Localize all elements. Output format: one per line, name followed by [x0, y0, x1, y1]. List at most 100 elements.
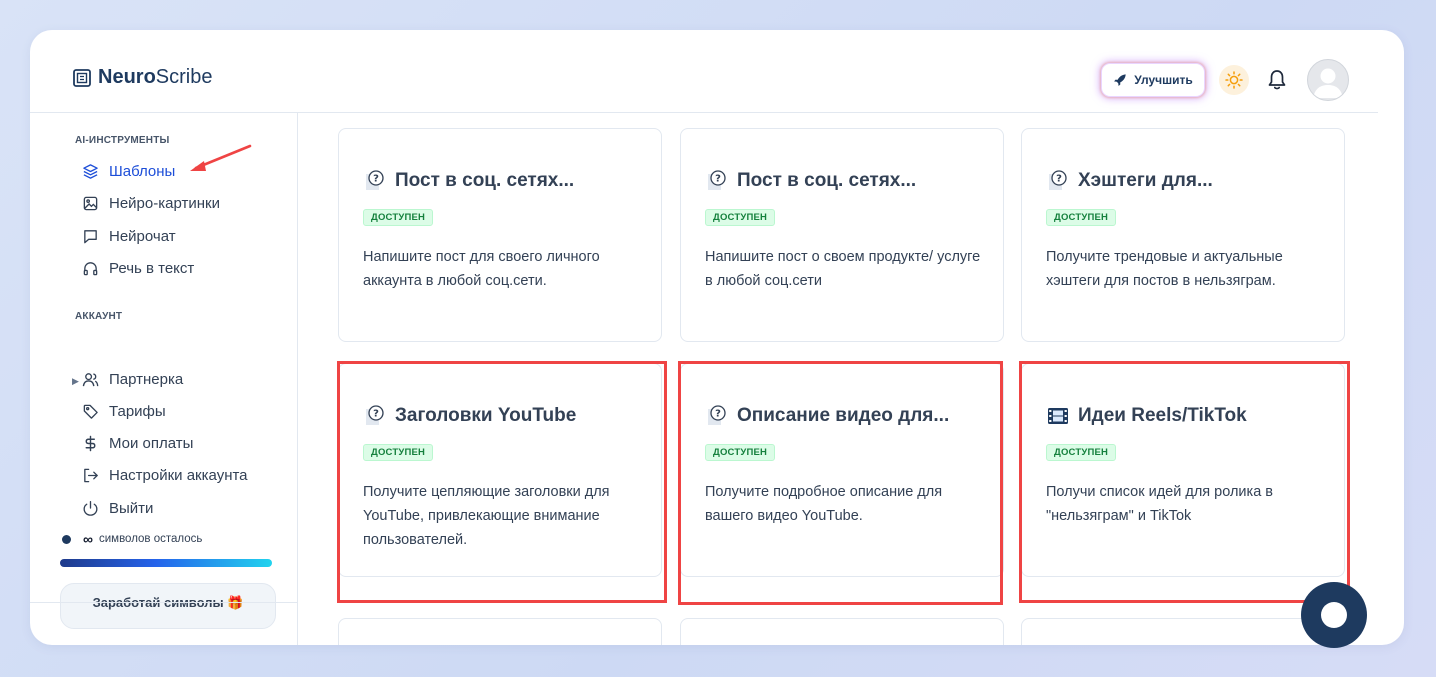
- chat-icon: [84, 230, 97, 244]
- sidebar-item-speech-to-text[interactable]: Речь в текст: [82, 260, 194, 277]
- status-badge: ДОСТУПЕН: [1046, 444, 1117, 461]
- users-icon: [82, 373, 99, 387]
- image-icon: [83, 196, 98, 211]
- layers-icon: [83, 164, 98, 179]
- tag-icon: [83, 404, 98, 419]
- card-title-text: Идеи Reels/TikTok: [1078, 405, 1247, 426]
- sidebar-item-tariffs[interactable]: Тарифы: [82, 403, 166, 420]
- question-doc-icon: ?: [708, 405, 726, 425]
- templates-grid: ? Пост в соц. сетях... ДОСТУПЕН Напишите…: [298, 113, 1378, 645]
- symbols-remaining: ∞ символов осталось: [62, 531, 202, 547]
- template-card-video-description[interactable]: ? Описание видео для... ДОСТУПЕН Получит…: [680, 363, 1004, 577]
- sidebar-item-label: Нейро-картинки: [109, 195, 220, 212]
- svg-text:?: ?: [715, 174, 721, 185]
- card-title: Идеи Reels/TikTok: [1046, 404, 1247, 428]
- template-card-youtube-titles[interactable]: ? Заголовки YouTube ДОСТУПЕН Получите це…: [338, 363, 662, 577]
- card-title: ? Хэштеги для...: [1046, 169, 1213, 193]
- sidebar-item-logout[interactable]: Выйти: [82, 500, 153, 517]
- sidebar-item-label: Партнерка: [109, 371, 184, 388]
- dollar-icon: [85, 435, 96, 452]
- sidebar-item-neuro-images[interactable]: Нейро-картинки: [82, 195, 220, 212]
- sidebar-item-label: Шаблоны: [109, 163, 176, 180]
- svg-text:?: ?: [1056, 174, 1062, 185]
- rocket-icon: [1114, 74, 1126, 86]
- svg-text:?: ?: [715, 409, 721, 420]
- question-doc-icon: ?: [708, 170, 726, 190]
- sidebar-item-label: Настройки аккаунта: [109, 467, 248, 484]
- card-title-text: Хэштеги для...: [1078, 170, 1213, 191]
- bell-icon[interactable]: [1266, 68, 1288, 92]
- headphones-icon: [83, 262, 98, 276]
- template-card-personal-post[interactable]: ? Пост в соц. сетях... ДОСТУПЕН Напишите…: [338, 128, 662, 342]
- card-description: Получите цепляющие заголовки для YouTube…: [363, 484, 610, 548]
- template-card-partial[interactable]: [338, 618, 662, 645]
- sidebar: AI-ИНСТРУМЕНТЫ Шаблоны Нейро-картинки Не…: [30, 112, 298, 645]
- card-title: ? Заголовки YouTube: [363, 404, 576, 428]
- section-ai-tools: AI-ИНСТРУМЕНТЫ: [75, 135, 170, 146]
- user-avatar-icon: [1313, 68, 1343, 98]
- sidebar-item-my-payments[interactable]: Мои оплаты: [82, 435, 193, 452]
- card-description: Получи список идей для ролика в "нельзяг…: [1046, 484, 1273, 524]
- card-title: ? Пост в соц. сетях...: [363, 169, 574, 193]
- card-title-text: Описание видео для...: [737, 405, 950, 426]
- card-title-text: Пост в соц. сетях...: [395, 170, 575, 191]
- question-doc-icon: ?: [366, 170, 384, 190]
- status-badge: ДОСТУПЕН: [1046, 209, 1117, 226]
- sidebar-item-templates[interactable]: Шаблоны: [82, 163, 175, 180]
- sidebar-item-account-settings[interactable]: Настройки аккаунта: [82, 467, 248, 484]
- card-description: Напишите пост для своего личного аккаунт…: [363, 249, 600, 289]
- power-icon: [83, 501, 98, 516]
- app-window: NeuroScribe Улучшить AI-ИНСТРУМЕНТЫ Шабл…: [30, 30, 1404, 645]
- upgrade-button[interactable]: Улучшить: [1101, 63, 1205, 97]
- template-card-hashtags[interactable]: ? Хэштеги для... ДОСТУПЕН Получите тренд…: [1021, 128, 1345, 342]
- sidebar-item-label: Мои оплаты: [109, 435, 194, 452]
- top-bar: NeuroScribe Улучшить: [30, 30, 1378, 113]
- symbols-value: ∞: [83, 531, 93, 547]
- film-icon: [1048, 408, 1068, 424]
- logo-bold-text: Neuro: [98, 66, 156, 88]
- sidebar-item-label: Нейрочат: [109, 228, 176, 245]
- sidebar-item-label: Речь в текст: [109, 260, 195, 277]
- template-card-partial[interactable]: [1021, 618, 1345, 645]
- symbols-progress-fill: [60, 559, 272, 567]
- symbols-label: символов осталось: [98, 533, 203, 545]
- sun-icon: [1225, 71, 1243, 89]
- card-description: Напишите пост о своем продукте/ услуге в…: [705, 249, 981, 289]
- logout-arrow-icon: [84, 468, 98, 483]
- status-badge: ДОСТУПЕН: [363, 209, 434, 226]
- symbols-progress-bar: [60, 559, 272, 567]
- question-doc-icon: ?: [366, 405, 384, 425]
- svg-text:?: ?: [373, 409, 379, 420]
- card-title-text: Пост в соц. сетях...: [737, 170, 917, 191]
- card-description: Получите трендовые и актуальные хэштеги …: [1046, 249, 1283, 289]
- status-dot: [62, 534, 71, 544]
- logo[interactable]: NeuroScribe: [72, 66, 213, 89]
- sidebar-item-partner[interactable]: Партнерка: [82, 371, 183, 388]
- sidebar-item-label: Тарифы: [109, 403, 166, 420]
- status-badge: ДОСТУПЕН: [705, 209, 776, 226]
- template-card-partial[interactable]: [680, 618, 1004, 645]
- sidebar-item-neurochat[interactable]: Нейрочат: [82, 228, 176, 245]
- chat-widget-button[interactable]: [1301, 582, 1367, 648]
- sidebar-item-label: Выйти: [109, 500, 154, 517]
- sidebar-divider: [30, 602, 297, 603]
- upgrade-label: Улучшить: [1134, 73, 1193, 87]
- theme-toggle[interactable]: [1219, 65, 1249, 95]
- card-title: ? Пост в соц. сетях...: [705, 169, 916, 193]
- logo-icon: [73, 68, 91, 87]
- template-card-product-post[interactable]: ? Пост в соц. сетях... ДОСТУПЕН Напишите…: [680, 128, 1004, 342]
- question-doc-icon: ?: [1049, 170, 1067, 190]
- template-card-reels-ideas[interactable]: Идеи Reels/TikTok ДОСТУПЕН Получи список…: [1021, 363, 1345, 577]
- logo-light-text: Scribe: [155, 66, 213, 88]
- earn-symbols-button[interactable]: Заработай символы 🎁: [60, 583, 276, 629]
- svg-text:?: ?: [373, 174, 379, 185]
- chat-bubble-icon: [1321, 602, 1347, 628]
- avatar[interactable]: [1307, 59, 1349, 101]
- status-badge: ДОСТУПЕН: [705, 444, 776, 461]
- card-description: Получите подробное описание для вашего в…: [705, 484, 943, 524]
- card-title: ? Описание видео для...: [705, 404, 949, 428]
- card-title-text: Заголовки YouTube: [395, 405, 577, 426]
- chevron-right-icon[interactable]: ▶: [72, 376, 79, 387]
- status-badge: ДОСТУПЕН: [363, 444, 434, 461]
- annotation-arrow-icon: [190, 144, 252, 171]
